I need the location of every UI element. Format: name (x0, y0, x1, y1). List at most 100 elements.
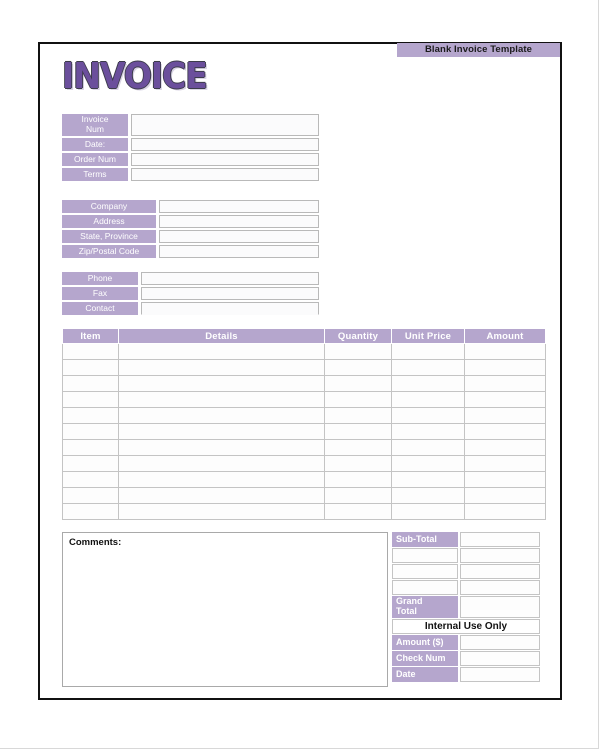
column-header-item: Item (62, 328, 119, 344)
invoice-info-block: Invoice Num Date: Order Num Terms (62, 114, 319, 183)
field-row-company: Company (62, 200, 319, 213)
field-input-contact[interactable] (141, 302, 319, 315)
comments-box[interactable]: Comments: (62, 532, 388, 687)
internal-use-heading: Internal Use Only (392, 619, 540, 634)
table-cell-amount[interactable] (464, 407, 546, 424)
table-cell-unit-price[interactable] (391, 359, 465, 376)
internal-value-amount[interactable] (460, 635, 540, 650)
table-cell-details[interactable] (118, 343, 325, 360)
table-cell-amount[interactable] (464, 503, 546, 520)
totals-label-blank-2 (392, 564, 458, 579)
template-banner: Blank Invoice Template (397, 43, 560, 57)
totals-value-blank-3[interactable] (460, 580, 540, 595)
field-input-phone[interactable] (141, 272, 319, 285)
table-row (62, 343, 546, 360)
table-row (62, 375, 546, 392)
table-cell-quantity[interactable] (324, 359, 392, 376)
column-header-amount: Amount (464, 328, 546, 344)
table-cell-amount[interactable] (464, 359, 546, 376)
totals-label-blank-3 (392, 580, 458, 595)
internal-label-check-num: Check Num (392, 651, 458, 666)
table-cell-item[interactable] (62, 439, 119, 456)
table-cell-unit-price[interactable] (391, 439, 465, 456)
field-input-address[interactable] (159, 215, 319, 228)
internal-value-date[interactable] (460, 667, 540, 682)
table-cell-details[interactable] (118, 503, 325, 520)
table-cell-unit-price[interactable] (391, 375, 465, 392)
field-input-state-province[interactable] (159, 230, 319, 243)
table-cell-details[interactable] (118, 423, 325, 440)
table-row (62, 359, 546, 376)
table-cell-amount[interactable] (464, 455, 546, 472)
table-cell-item[interactable] (62, 471, 119, 488)
table-cell-unit-price[interactable] (391, 343, 465, 360)
table-cell-item[interactable] (62, 423, 119, 440)
table-cell-details[interactable] (118, 407, 325, 424)
table-cell-unit-price[interactable] (391, 423, 465, 440)
table-cell-details[interactable] (118, 391, 325, 408)
totals-rows: Sub-Total Grand Total (392, 532, 540, 618)
table-cell-item[interactable] (62, 487, 119, 504)
table-cell-quantity[interactable] (324, 471, 392, 488)
table-row (62, 503, 546, 520)
field-row-phone: Phone (62, 272, 319, 285)
table-cell-details[interactable] (118, 439, 325, 456)
totals-value-sub-total[interactable] (460, 532, 540, 547)
field-input-invoice-num[interactable] (131, 114, 319, 136)
table-cell-item[interactable] (62, 375, 119, 392)
field-label-date: Date: (62, 138, 128, 151)
field-label-invoice-num: Invoice Num (62, 114, 128, 136)
field-input-fax[interactable] (141, 287, 319, 300)
table-cell-amount[interactable] (464, 487, 546, 504)
table-cell-amount[interactable] (464, 375, 546, 392)
table-cell-quantity[interactable] (324, 455, 392, 472)
table-cell-quantity[interactable] (324, 407, 392, 424)
column-header-quantity: Quantity (324, 328, 392, 344)
table-cell-item[interactable] (62, 391, 119, 408)
totals-value-blank-1[interactable] (460, 548, 540, 563)
table-cell-item[interactable] (62, 359, 119, 376)
field-input-order-num[interactable] (131, 153, 319, 166)
table-cell-quantity[interactable] (324, 503, 392, 520)
table-cell-amount[interactable] (464, 471, 546, 488)
table-cell-details[interactable] (118, 375, 325, 392)
table-cell-unit-price[interactable] (391, 471, 465, 488)
table-cell-quantity[interactable] (324, 487, 392, 504)
table-cell-unit-price[interactable] (391, 455, 465, 472)
table-cell-amount[interactable] (464, 439, 546, 456)
table-cell-item[interactable] (62, 343, 119, 360)
table-cell-item[interactable] (62, 503, 119, 520)
table-cell-unit-price[interactable] (391, 407, 465, 424)
table-cell-quantity[interactable] (324, 343, 392, 360)
table-cell-quantity[interactable] (324, 391, 392, 408)
table-cell-amount[interactable] (464, 391, 546, 408)
column-header-details: Details (118, 328, 325, 344)
field-label-zip-postal-code: Zip/Postal Code (62, 245, 156, 258)
table-cell-quantity[interactable] (324, 439, 392, 456)
table-cell-details[interactable] (118, 359, 325, 376)
table-cell-details[interactable] (118, 471, 325, 488)
totals-section: Sub-Total Grand Total Internal Use Only A… (392, 532, 540, 683)
table-cell-unit-price[interactable] (391, 391, 465, 408)
field-row-order-num: Order Num (62, 153, 319, 166)
totals-value-grand-total[interactable] (460, 596, 540, 618)
internal-value-check-num[interactable] (460, 651, 540, 666)
internal-use-rows: Amount ($) Check Num Date (392, 635, 540, 682)
table-cell-item[interactable] (62, 407, 119, 424)
field-input-zip-postal-code[interactable] (159, 245, 319, 258)
totals-value-blank-2[interactable] (460, 564, 540, 579)
table-cell-details[interactable] (118, 487, 325, 504)
field-input-date[interactable] (131, 138, 319, 151)
table-cell-item[interactable] (62, 455, 119, 472)
table-cell-unit-price[interactable] (391, 503, 465, 520)
field-row-zip-postal-code: Zip/Postal Code (62, 245, 319, 258)
table-cell-quantity[interactable] (324, 423, 392, 440)
table-cell-details[interactable] (118, 455, 325, 472)
field-input-terms[interactable] (131, 168, 319, 181)
table-cell-unit-price[interactable] (391, 487, 465, 504)
field-input-company[interactable] (159, 200, 319, 213)
table-cell-amount[interactable] (464, 423, 546, 440)
totals-row-blank-1 (392, 548, 540, 563)
table-cell-amount[interactable] (464, 343, 546, 360)
table-cell-quantity[interactable] (324, 375, 392, 392)
